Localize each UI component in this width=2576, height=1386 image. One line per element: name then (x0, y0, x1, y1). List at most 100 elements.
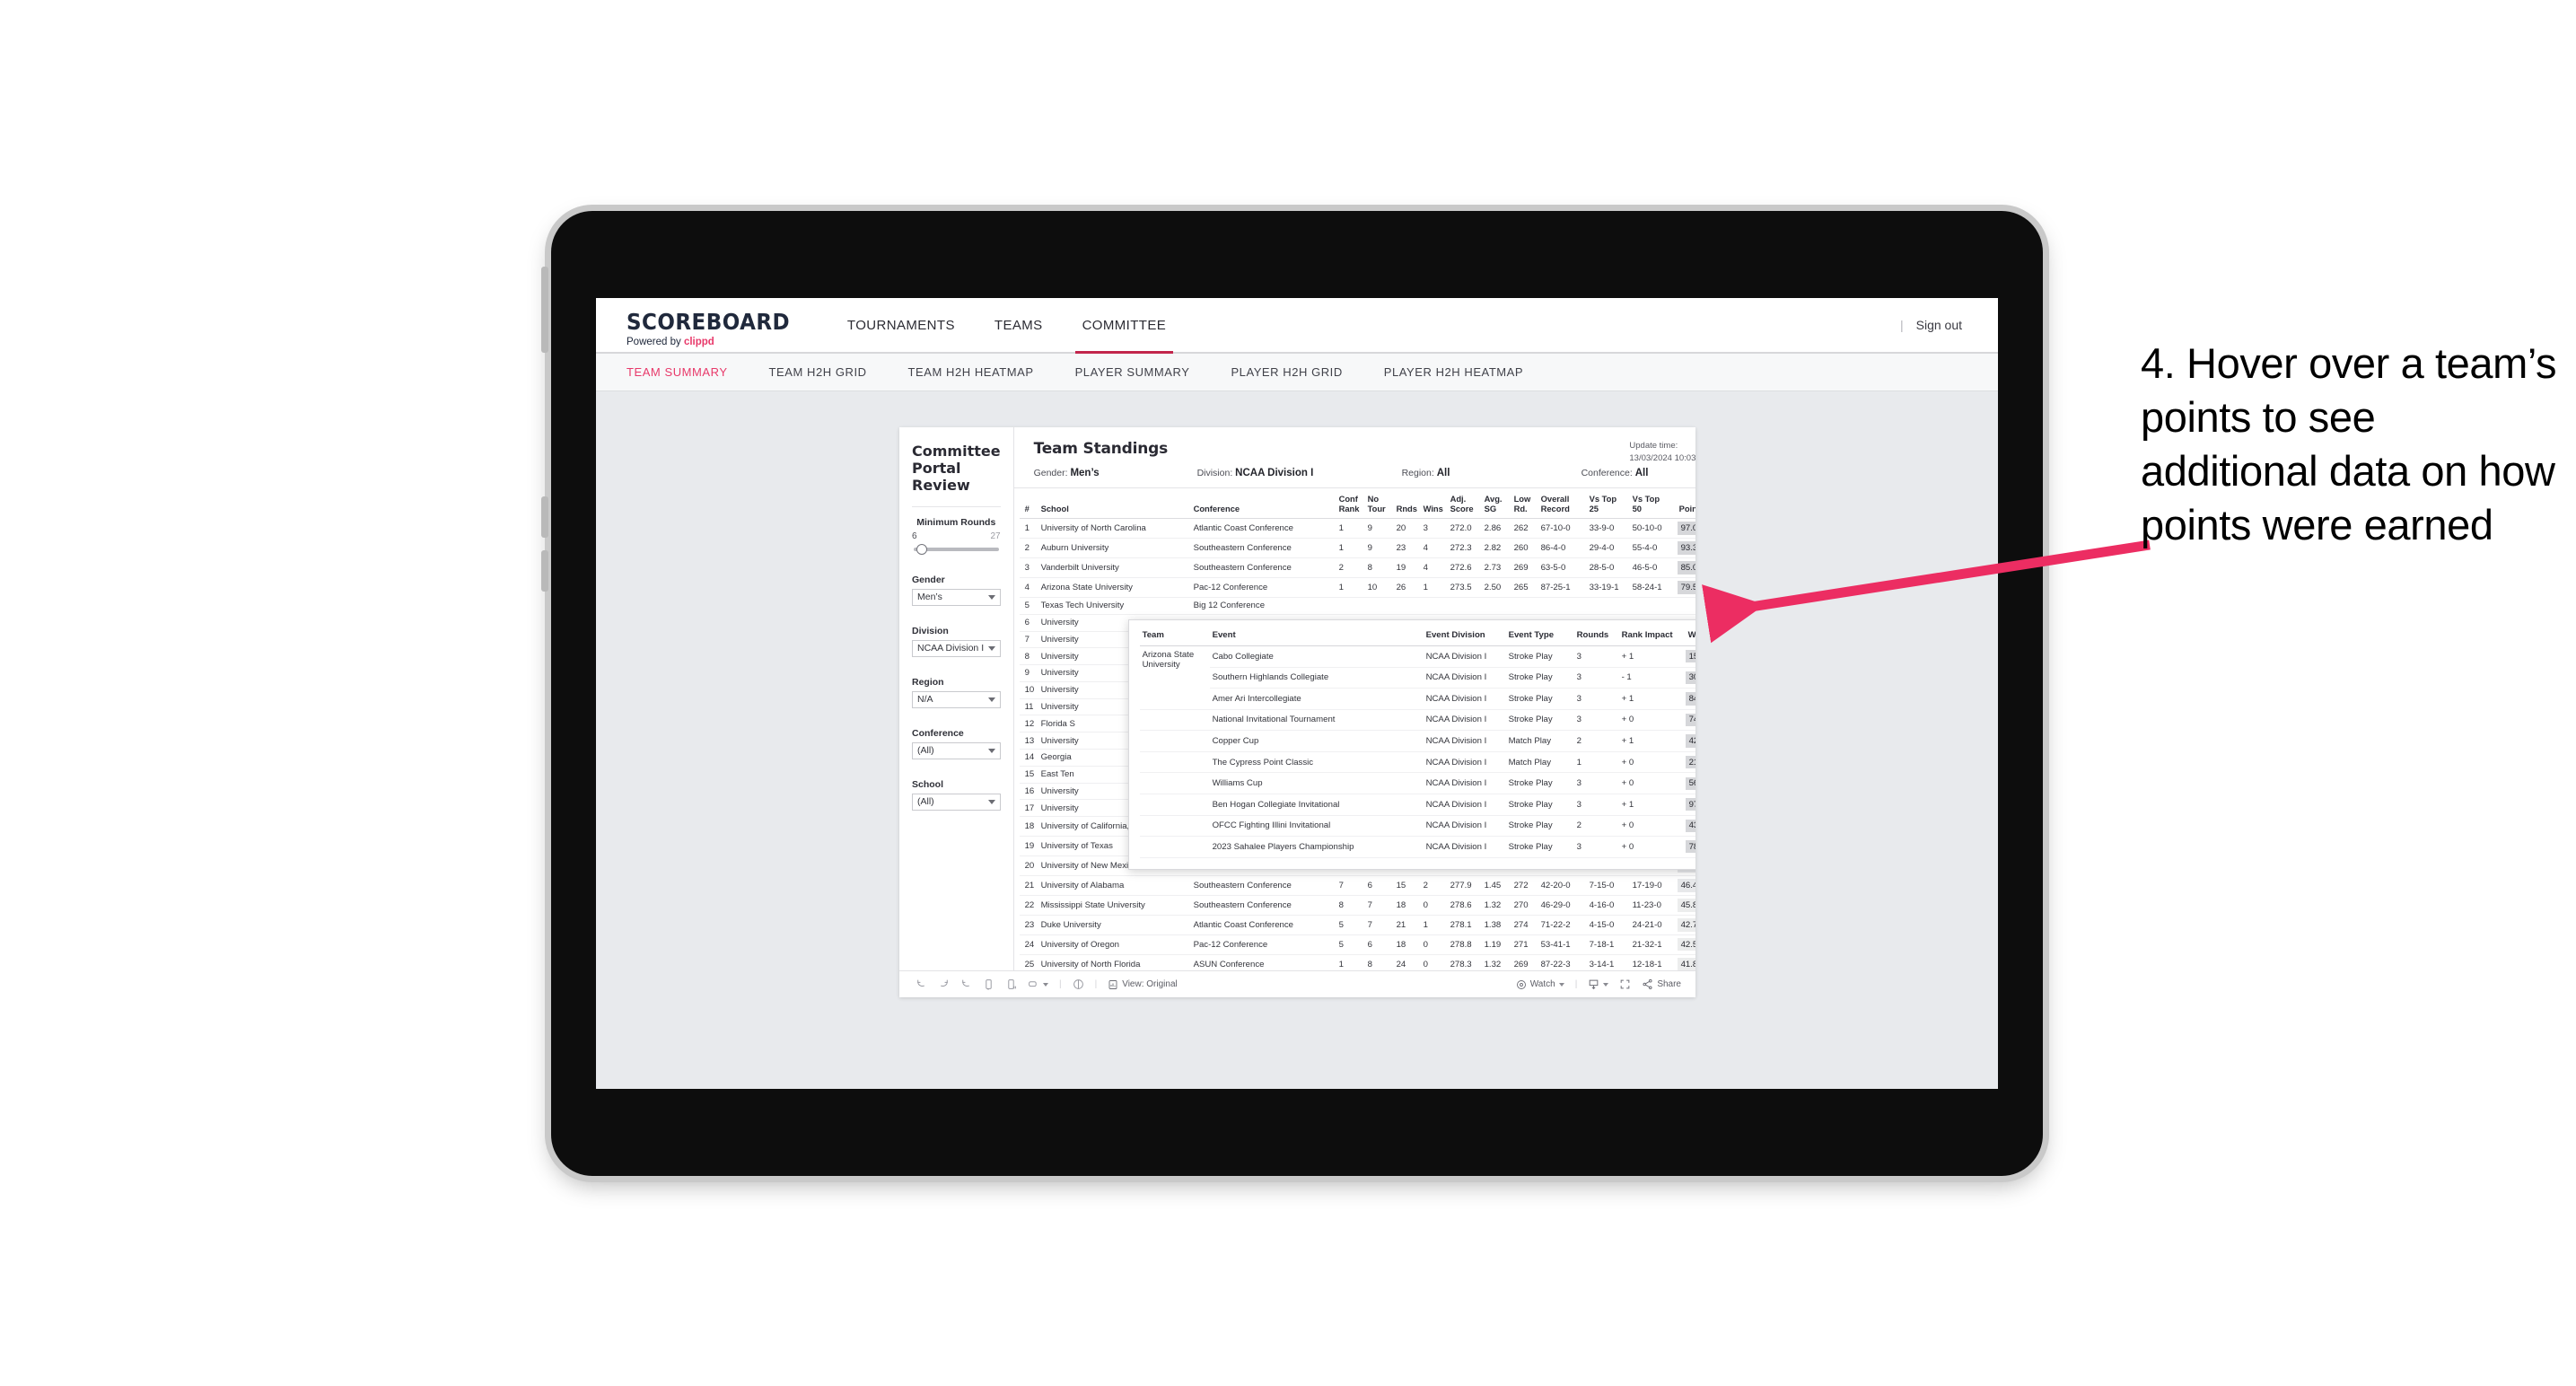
device-preview-icon[interactable] (1073, 978, 1084, 990)
tooltip-cell-w-points: 74.65 (1685, 709, 1695, 732)
watch-button[interactable]: Watch (1516, 979, 1564, 990)
volume-down-button[interactable] (541, 550, 548, 592)
nav-item-teams[interactable]: TEAMS (975, 298, 1063, 352)
table-row[interactable]: 21 University of Alabama Southeastern Conf… (1019, 875, 1695, 896)
tooltip-row: 2023 Sahalee Players Championship NCAA Di… (1139, 836, 1695, 858)
tab-player-h2h-heatmap[interactable]: PLAYER H2H HEATMAP (1384, 365, 1523, 379)
col-conference[interactable]: Conference (1191, 488, 1337, 520)
download-button[interactable] (1588, 978, 1609, 990)
points-value[interactable]: 42.71 (1677, 918, 1695, 932)
share-label: Share (1657, 979, 1681, 989)
col-adj-score[interactable]: Adj. Score (1448, 488, 1483, 520)
col-vs-top-50[interactable]: Vs Top 50 (1630, 488, 1678, 520)
points-value[interactable]: 85.02 (1677, 561, 1695, 575)
alerts-dropdown[interactable] (1028, 978, 1048, 990)
annotation-text: 4. Hover over a team’s points to see add… (2141, 339, 2557, 549)
cell-points[interactable]: 79.52 (1677, 577, 1695, 598)
col-school[interactable]: School (1038, 488, 1192, 520)
col-wins[interactable]: Wins (1421, 488, 1449, 520)
pause-icon[interactable] (1005, 978, 1017, 990)
col-no-tour[interactable]: No Tour (1365, 488, 1395, 520)
col-vs-top-25[interactable]: Vs Top 25 (1587, 488, 1631, 520)
minimum-rounds-slider[interactable] (914, 543, 999, 555)
tooltip-cell-event: Ben Hogan Collegiate Invitational (1209, 794, 1424, 816)
gender-select[interactable]: Men’s (912, 588, 1001, 606)
cell-points[interactable]: 42.71 (1677, 915, 1695, 935)
points-value[interactable]: 97.02 (1677, 522, 1695, 535)
cell-overall-record: 67-10-0 (1538, 518, 1588, 539)
cell-points[interactable]: 93.31 (1677, 538, 1695, 558)
undo-icon[interactable] (916, 978, 927, 990)
points-value[interactable]: 45.81 (1677, 899, 1695, 912)
refresh-icon[interactable] (983, 978, 994, 990)
region-select[interactable]: N/A (912, 690, 1001, 708)
tooltip-cell-event: Williams Cup (1209, 772, 1424, 794)
cell-rnds: 24 (1394, 954, 1422, 970)
col-school-l1: School (1040, 503, 1069, 513)
cell-points[interactable] (1677, 597, 1695, 615)
table-row[interactable]: 22 Mississippi State University Southeaste… (1019, 895, 1695, 916)
cell-points[interactable]: 45.81 (1677, 895, 1695, 916)
share-button[interactable]: Share (1642, 978, 1681, 990)
chevron-down-icon (987, 645, 995, 651)
tooltip-cell-type: Stroke Play (1505, 836, 1574, 858)
col-rank[interactable]: # (1019, 488, 1039, 520)
tab-team-h2h-heatmap[interactable]: TEAM H2H HEATMAP (908, 365, 1034, 379)
cell-points[interactable]: 46.48 (1677, 875, 1695, 896)
tab-player-summary[interactable]: PLAYER SUMMARY (1075, 365, 1190, 379)
cell-points[interactable]: 85.02 (1677, 557, 1695, 578)
redo-icon[interactable] (938, 978, 950, 990)
col-rnds[interactable]: Rnds (1394, 488, 1422, 520)
points-value[interactable]: 42.58 (1677, 938, 1695, 952)
table-row[interactable]: 4 Arizona State University Pac-12 Conferen… (1019, 577, 1695, 598)
view-original-button[interactable]: View: Original (1108, 979, 1178, 990)
cell-vs-top-25: 28-5-0 (1587, 557, 1631, 578)
cell-points[interactable]: 41.89 (1677, 954, 1695, 970)
chevron-down-icon (1603, 982, 1609, 987)
tooltip-cell-rank-impact: + 1 (1618, 794, 1686, 816)
cell-points[interactable]: 97.02 (1677, 518, 1695, 539)
cell-vs-top-25: 7-15-0 (1587, 875, 1631, 896)
col-points[interactable]: Points (1677, 488, 1695, 520)
cell-school: Arizona State University (1038, 577, 1192, 598)
meta-key: Division: (1196, 468, 1233, 478)
tooltip-cell-type: Stroke Play (1505, 688, 1574, 710)
power-button[interactable] (541, 267, 548, 353)
cell-points[interactable]: 42.58 (1677, 934, 1695, 955)
col-overall-record[interactable]: Overall Record (1538, 488, 1588, 520)
tooltip-cell-rank-impact: + 1 (1618, 688, 1686, 710)
col-avg-sg[interactable]: Avg. SG (1482, 488, 1512, 520)
points-value[interactable]: 41.89 (1677, 958, 1695, 970)
col-conf-rank[interactable]: Conf Rank (1336, 488, 1366, 520)
tab-player-h2h-grid[interactable]: PLAYER H2H GRID (1231, 365, 1342, 379)
tooltip-cell-division: NCAA Division I (1423, 709, 1506, 732)
table-row[interactable]: 5 Texas Tech University Big 12 Conference (1019, 597, 1695, 615)
tab-team-summary[interactable]: TEAM SUMMARY (626, 365, 728, 379)
points-value[interactable]: 93.31 (1677, 541, 1695, 555)
header-divider: | (1899, 318, 1904, 332)
fullscreen-icon[interactable] (1619, 978, 1631, 990)
table-row[interactable]: 1 University of North Carolina Atlantic Co… (1019, 518, 1695, 539)
tooltip-w-points-value: 21.28 (1685, 756, 1695, 769)
points-value[interactable]: 79.52 (1677, 581, 1695, 594)
slider-handle[interactable] (916, 543, 927, 555)
sign-out-link[interactable]: Sign out (1916, 318, 1962, 332)
nav-item-committee[interactable]: COMMITTEE (1063, 298, 1187, 354)
tab-team-h2h-grid[interactable]: TEAM H2H GRID (769, 365, 867, 379)
brand-logo[interactable]: SCOREBOARD Powered by clippd (596, 298, 828, 352)
table-row[interactable]: 2 Auburn University Southeastern Conferenc… (1019, 538, 1695, 558)
view-original-label: View: Original (1122, 979, 1178, 989)
table-row[interactable]: 3 Vanderbilt University Southeastern Confe… (1019, 557, 1695, 578)
school-select[interactable]: (All) (912, 793, 1001, 811)
col-low-rd[interactable]: Low Rd. (1511, 488, 1539, 520)
division-select[interactable]: NCAA Division I (912, 639, 1001, 657)
table-row[interactable]: 23 Duke University Atlantic Coast Conferen… (1019, 915, 1695, 935)
table-row[interactable]: 25 University of North Florida ASUN Confer… (1019, 954, 1695, 970)
points-value[interactable]: 46.48 (1677, 879, 1695, 892)
nav-item-tournaments[interactable]: TOURNAMENTS (828, 298, 975, 352)
table-row[interactable]: 24 University of Oregon Pac-12 Conference 5… (1019, 934, 1695, 955)
cell-rnds: 23 (1394, 538, 1422, 558)
conference-select[interactable]: (All) (912, 741, 1001, 759)
revert-icon[interactable] (960, 978, 972, 990)
volume-up-button[interactable] (541, 496, 548, 538)
